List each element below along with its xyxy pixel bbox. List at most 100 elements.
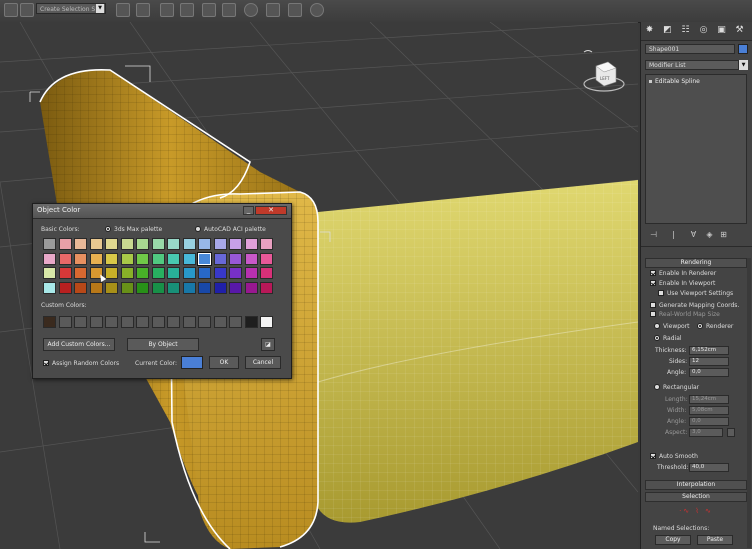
basic-color-swatch[interactable] bbox=[198, 238, 211, 250]
selection-rollout-header[interactable]: Selection bbox=[645, 492, 747, 502]
basic-color-swatch[interactable] bbox=[151, 281, 165, 294]
custom-color-swatch[interactable] bbox=[89, 316, 103, 328]
selection-set-dropdown[interactable]: Create Selection S ▼ bbox=[36, 3, 106, 14]
basic-color-swatch[interactable] bbox=[213, 267, 227, 279]
basic-color-swatch[interactable] bbox=[260, 238, 273, 250]
custom-color-swatch[interactable] bbox=[198, 316, 211, 328]
basic-color-swatch[interactable] bbox=[58, 252, 72, 265]
material-editor-icon[interactable] bbox=[244, 3, 258, 17]
custom-color-swatch[interactable] bbox=[151, 316, 165, 328]
basic-color-swatch[interactable] bbox=[167, 267, 180, 279]
basic-color-swatch[interactable] bbox=[120, 252, 134, 265]
custom-color-swatch[interactable] bbox=[136, 316, 149, 328]
renderer-radio[interactable] bbox=[697, 323, 703, 329]
generate-mapping-checkbox[interactable] bbox=[650, 302, 656, 308]
basic-color-swatch[interactable] bbox=[198, 281, 211, 294]
basic-color-swatch[interactable] bbox=[151, 267, 165, 279]
expand-icon[interactable] bbox=[649, 80, 652, 83]
by-object-button[interactable]: By Object bbox=[127, 338, 199, 351]
basic-color-swatch[interactable] bbox=[89, 281, 103, 294]
custom-color-swatch[interactable] bbox=[58, 316, 72, 328]
remove-modifier-icon[interactable]: ◈ bbox=[705, 230, 714, 239]
panel-scrollbar[interactable] bbox=[747, 258, 751, 548]
basic-color-swatch[interactable] bbox=[74, 267, 87, 279]
configure-modifier-sets-icon[interactable]: ⊞ bbox=[719, 230, 728, 239]
aspect-spinner[interactable]: 3,0 bbox=[689, 428, 723, 437]
paste-button[interactable]: Paste bbox=[697, 535, 733, 545]
rendered-frame-icon[interactable] bbox=[288, 3, 302, 17]
basic-color-swatch[interactable] bbox=[260, 267, 273, 279]
basic-color-swatch[interactable] bbox=[136, 267, 149, 279]
radial-radio[interactable] bbox=[654, 335, 660, 341]
rectangular-radio[interactable] bbox=[654, 384, 660, 390]
basic-color-swatch[interactable] bbox=[260, 281, 273, 294]
basic-color-swatch[interactable] bbox=[43, 252, 56, 265]
basic-color-swatch[interactable] bbox=[89, 252, 103, 265]
basic-color-swatch[interactable] bbox=[213, 238, 227, 250]
width-spinner[interactable]: 5,08cm bbox=[689, 406, 729, 415]
minimize-icon[interactable]: _ bbox=[243, 206, 254, 215]
pin-stack-icon[interactable]: ⊣ bbox=[649, 230, 658, 239]
custom-color-swatch[interactable] bbox=[260, 316, 273, 328]
basic-color-swatch[interactable] bbox=[43, 238, 56, 250]
basic-color-swatch[interactable] bbox=[244, 238, 258, 250]
select-region-icon[interactable] bbox=[20, 3, 34, 17]
basic-color-swatch[interactable] bbox=[105, 252, 118, 265]
custom-color-swatch[interactable] bbox=[244, 316, 258, 328]
use-viewport-settings-checkbox[interactable] bbox=[658, 290, 664, 296]
eyedropper-icon[interactable]: ◪ bbox=[261, 338, 275, 351]
ok-button[interactable]: OK bbox=[209, 356, 239, 369]
custom-color-swatch[interactable] bbox=[229, 316, 242, 328]
add-custom-colors-button[interactable]: Add Custom Colors... bbox=[43, 338, 115, 351]
select-icon[interactable] bbox=[4, 3, 18, 17]
basic-color-swatch[interactable] bbox=[105, 281, 118, 294]
autocad-palette-radio[interactable] bbox=[195, 226, 201, 232]
basic-color-swatch[interactable] bbox=[198, 267, 211, 279]
basic-color-swatch[interactable] bbox=[58, 267, 72, 279]
basic-color-swatch[interactable] bbox=[136, 281, 149, 294]
threshold-spinner[interactable]: 40,0 bbox=[689, 463, 729, 472]
lock-aspect-icon[interactable] bbox=[727, 428, 735, 437]
cancel-button[interactable]: Cancel bbox=[245, 356, 281, 369]
sub-object-level-icons[interactable]: ·∿ ⌇ ∿ bbox=[671, 507, 721, 517]
basic-color-swatch[interactable] bbox=[229, 267, 242, 279]
create-tab-icon[interactable]: ✸ bbox=[644, 25, 655, 36]
dialog-title-bar[interactable]: Object Color _ ✕ bbox=[33, 204, 291, 219]
basic-color-swatch[interactable] bbox=[136, 252, 149, 265]
max-palette-radio[interactable] bbox=[105, 226, 111, 232]
show-end-result-icon[interactable]: | bbox=[669, 230, 678, 239]
auto-smooth-checkbox[interactable] bbox=[650, 453, 656, 459]
custom-color-swatch[interactable] bbox=[43, 316, 56, 328]
basic-color-swatch[interactable] bbox=[105, 238, 118, 250]
display-tab-icon[interactable]: ▣ bbox=[716, 25, 727, 36]
custom-color-swatch[interactable] bbox=[120, 316, 134, 328]
home-icon[interactable] bbox=[583, 50, 593, 53]
custom-color-swatch[interactable] bbox=[213, 316, 227, 328]
interpolation-rollout-header[interactable]: Interpolation bbox=[645, 480, 747, 490]
length-spinner[interactable]: 15,24cm bbox=[689, 395, 729, 404]
basic-color-swatch[interactable] bbox=[167, 252, 180, 265]
basic-color-swatch[interactable] bbox=[120, 238, 134, 250]
basic-color-swatch[interactable] bbox=[182, 238, 196, 250]
basic-color-swatch[interactable] bbox=[197, 251, 212, 266]
object-color-swatch[interactable] bbox=[738, 44, 748, 54]
basic-color-swatch[interactable] bbox=[151, 238, 165, 250]
sides-spinner[interactable]: 12 bbox=[689, 357, 729, 366]
basic-color-swatch[interactable] bbox=[182, 252, 196, 265]
copy-button[interactable]: Copy bbox=[655, 535, 691, 545]
basic-color-swatch[interactable] bbox=[89, 238, 103, 250]
close-icon[interactable]: ✕ bbox=[255, 206, 287, 215]
curve-editor-icon[interactable] bbox=[202, 3, 216, 17]
custom-color-grid[interactable] bbox=[43, 316, 283, 330]
basic-color-swatch[interactable] bbox=[74, 238, 87, 250]
assign-random-checkbox[interactable] bbox=[43, 360, 49, 366]
basic-color-swatch[interactable] bbox=[58, 238, 72, 250]
basic-color-swatch[interactable] bbox=[167, 281, 180, 294]
stack-item-editable-spline[interactable]: Editable Spline bbox=[649, 78, 700, 85]
enable-in-renderer-checkbox[interactable] bbox=[650, 270, 656, 276]
basic-color-swatch[interactable] bbox=[213, 281, 227, 294]
custom-color-swatch[interactable] bbox=[182, 316, 196, 328]
custom-color-swatch[interactable] bbox=[74, 316, 87, 328]
current-color-swatch[interactable] bbox=[181, 356, 203, 369]
utilities-tab-icon[interactable]: ⚒ bbox=[734, 25, 745, 36]
